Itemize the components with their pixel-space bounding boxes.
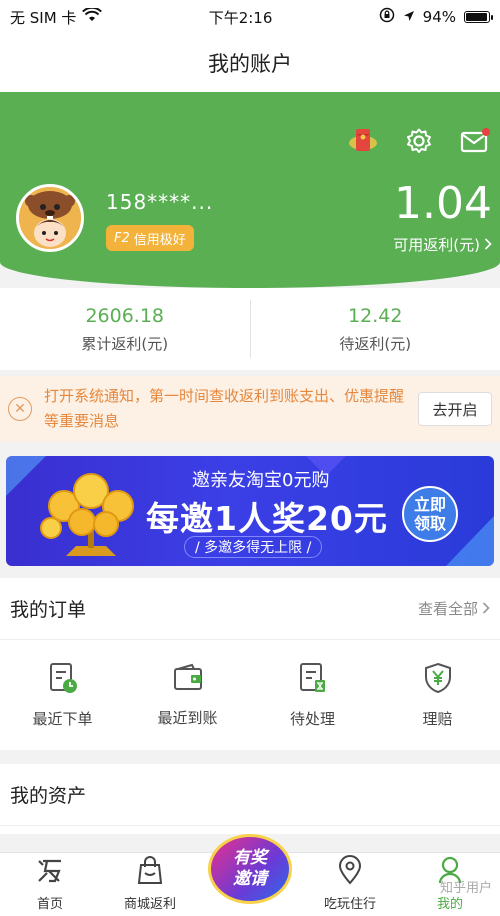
mail-icon[interactable] [460, 126, 490, 156]
username: 158****... [106, 190, 214, 214]
tab-label: 商城返利 [123, 897, 176, 912]
status-bar: 无 SIM 卡 下午2:16 94% [0, 0, 500, 34]
rotation-lock-icon [379, 7, 395, 27]
shopping-bag-icon [136, 855, 164, 889]
chevron-right-icon [482, 600, 490, 618]
wallet-icon [172, 663, 204, 697]
order-item-recent-orders[interactable]: 最近下单 [0, 640, 125, 750]
watermark: 知乎用户 [439, 881, 492, 896]
available-balance-label[interactable]: 可用返利(元) [393, 234, 492, 255]
stat-label: 累计返利(元) [81, 334, 169, 353]
section-title: 我的订单 [10, 599, 87, 621]
credit-text: 信用极好 [133, 232, 186, 248]
tab-mall-rebate[interactable]: 商城返利 [100, 853, 200, 916]
carrier-label: 无 SIM 卡 [10, 8, 77, 27]
page-title: 我的账户 [208, 52, 292, 76]
nav-bar: 我的账户 [0, 34, 500, 92]
status-left: 无 SIM 卡 [10, 6, 103, 28]
stat-pending-rebate[interactable]: 12.42 待返利(元) [251, 288, 500, 370]
order-clock-icon [48, 662, 78, 698]
credit-badge[interactable]: F2 信用极好 [106, 225, 194, 251]
order-item-claims[interactable]: 理赔 [375, 640, 500, 750]
location-arrow-icon [403, 8, 415, 26]
credit-level: F2 [114, 230, 130, 246]
section-title: 我的资产 [10, 785, 87, 807]
pending-doc-icon [298, 662, 328, 698]
tab-local-life[interactable]: 吃玩住行 [300, 853, 400, 916]
wifi-icon [82, 6, 103, 26]
location-pin-icon [337, 855, 363, 889]
tab-label: 首页 [36, 897, 63, 912]
orders-header: 我的订单 查看全部 [0, 578, 500, 640]
stat-value: 2606.18 [85, 304, 165, 327]
gear-icon[interactable] [404, 126, 434, 156]
header-icons [348, 126, 490, 156]
claim-now-button[interactable]: 立即 领取 [402, 486, 458, 542]
invite-reward-button[interactable]: 有奖 邀请 [208, 834, 292, 904]
notification-banner: ✕ 打开系统通知，第一时间查收返利到账支出、优惠提醒等重要消息 去开启 [0, 376, 500, 442]
banner-headline: 每邀1人奖20元 [146, 499, 388, 538]
red-packet-icon[interactable] [348, 126, 378, 156]
status-right: 94% [379, 7, 493, 27]
order-shortcuts: 最近下单 最近到账 待处理 理赔 [0, 640, 500, 750]
tab-label: 吃玩住行 [323, 897, 376, 912]
order-item-label: 待处理 [289, 709, 335, 728]
balance-label-text: 可用返利(元) [393, 236, 480, 254]
available-balance[interactable]: 1.04 [394, 178, 492, 229]
invite-promo-banner[interactable]: 邀亲友淘宝0元购 每邀1人奖20元 / 多邀多得无上限 / 立即 领取 [6, 456, 494, 566]
battery-icon [464, 11, 493, 23]
notice-text: 打开系统通知，第一时间查收返利到账支出、优惠提醒等重要消息 [44, 387, 405, 430]
shield-yen-icon [423, 662, 453, 698]
assets-header: 我的资产 [0, 764, 500, 826]
order-item-label: 理赔 [422, 709, 453, 728]
home-fan-icon [35, 857, 65, 889]
view-all-label: 查看全部 [417, 600, 478, 618]
order-item-recent-credited[interactable]: 最近到账 [125, 640, 250, 750]
banner-title: 邀亲友淘宝0元购 [192, 470, 330, 491]
rebate-stats: 2606.18 累计返利(元) 12.42 待返利(元) [0, 288, 500, 370]
chevron-right-icon [484, 236, 492, 254]
my-assets-section: 我的资产 [0, 764, 500, 834]
avatar[interactable] [16, 184, 84, 252]
coin-tree-icon [40, 473, 134, 556]
account-header: 158****... F2 信用极好 1.04 可用返利(元) [0, 92, 500, 288]
view-all-orders-link[interactable]: 查看全部 [418, 598, 490, 619]
stat-total-rebate[interactable]: 2606.18 累计返利(元) [0, 288, 250, 370]
my-orders-section: 我的订单 查看全部 最近下单 最近到账 待处理 理赔 [0, 578, 500, 750]
stat-label: 待返利(元) [339, 334, 412, 353]
order-item-label: 最近到账 [157, 708, 218, 727]
tab-home[interactable]: 首页 [0, 853, 100, 916]
order-item-pending[interactable]: 待处理 [250, 640, 375, 750]
banner-subline: / 多邀多得无上限 / [184, 536, 323, 558]
battery-percent: 94% [422, 8, 456, 26]
enable-notifications-button[interactable]: 去开启 [418, 392, 492, 426]
close-icon[interactable]: ✕ [8, 397, 32, 421]
status-time: 下午2:16 [208, 8, 273, 27]
battery-fill [466, 13, 487, 21]
stat-value: 12.42 [348, 304, 403, 327]
order-item-label: 最近下单 [32, 709, 93, 728]
